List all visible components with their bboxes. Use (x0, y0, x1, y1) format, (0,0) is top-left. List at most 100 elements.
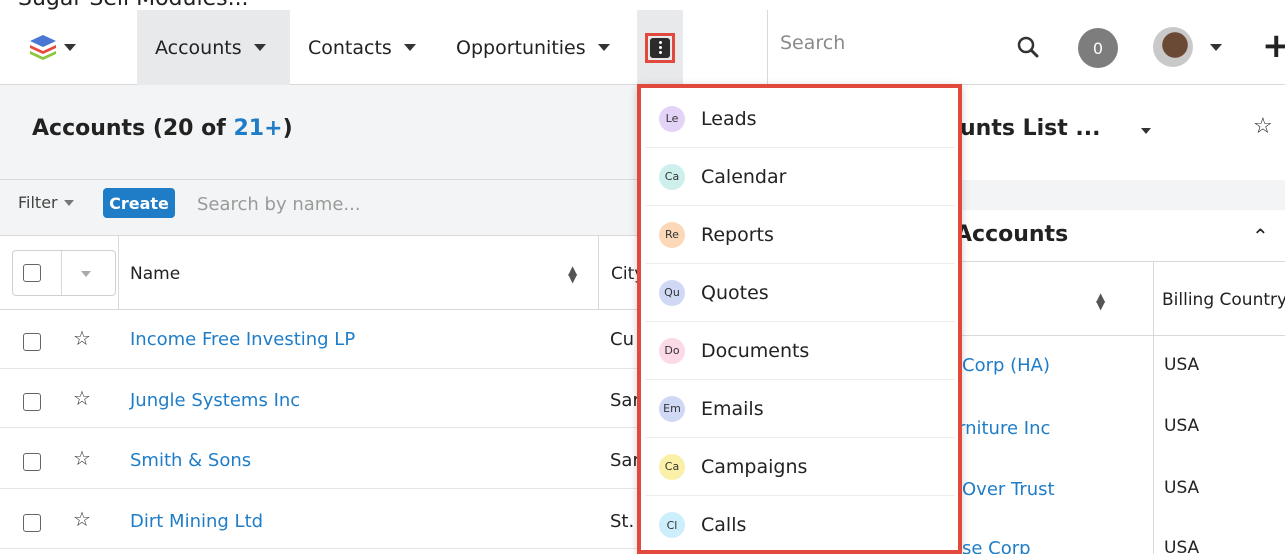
tab-opportunities-label: Opportunities (456, 36, 586, 59)
row-checkbox[interactable] (23, 333, 41, 351)
account-link[interactable]: Income Free Investing LP (130, 329, 355, 350)
account-link[interactable]: Corp (HA) (962, 355, 1050, 376)
menu-item-label: Reports (701, 223, 774, 246)
filter-dropdown[interactable]: Filter (18, 193, 74, 212)
row-checkbox[interactable] (23, 514, 41, 532)
top-clipped-text: Sugar Sell Modules... (0, 0, 400, 10)
dashboard-title[interactable]: unts List ... (960, 116, 1101, 141)
more-modules-button[interactable] (637, 10, 683, 85)
tab-contacts-label: Contacts (308, 36, 392, 59)
mass-actions-caret-icon[interactable] (81, 271, 91, 277)
favorite-star-icon[interactable]: ☆ (73, 326, 91, 350)
account-link[interactable]: se Corp (962, 538, 1031, 554)
calls-module-icon: Cl (659, 512, 685, 538)
reports-module-icon: Re (659, 221, 685, 248)
city-cell: Sar (610, 390, 640, 411)
sort-icon[interactable]: ▲ ▼ (568, 264, 577, 284)
chevron-down-icon (63, 199, 74, 206)
favorite-star-icon[interactable]: ☆ (73, 446, 91, 470)
sort-icon[interactable]: ▲ ▼ (1096, 291, 1105, 311)
emails-module-icon: Em (659, 395, 685, 422)
account-link[interactable]: Smith & Sons (130, 450, 251, 471)
chevron-down-icon (403, 44, 416, 51)
row-checkbox[interactable] (23, 393, 41, 411)
menu-item-label: Documents (701, 339, 810, 362)
menu-item-campaigns[interactable]: Ca Campaigns (645, 438, 955, 496)
divider (61, 251, 62, 295)
billing-country-cell: USA (1164, 478, 1200, 498)
page-title: Accounts (20 of 21+) (32, 116, 293, 141)
table-row[interactable] (0, 430, 640, 489)
campaigns-module-icon: Ca (659, 453, 685, 480)
menu-item-documents[interactable]: Do Documents (645, 322, 955, 380)
city-cell: Cu (610, 329, 634, 350)
avatar-caret-icon[interactable] (1210, 44, 1222, 51)
account-link[interactable]: rniture Inc (958, 418, 1050, 439)
menu-item-label: Calls (701, 514, 747, 536)
favorite-star-icon[interactable]: ☆ (1253, 114, 1273, 139)
more-modules-menu: Le Leads Ca Calendar Re Reports Qu Quote… (637, 84, 962, 554)
sugar-cube-logo-icon (30, 35, 56, 60)
divider (1153, 261, 1154, 554)
row-checkbox[interactable] (23, 453, 41, 471)
account-link[interactable]: Dirt Mining Ltd (130, 511, 263, 532)
billing-country-cell: USA (1164, 355, 1200, 375)
menu-item-quotes[interactable]: Qu Quotes (645, 264, 955, 322)
menu-item-label: Calendar (701, 165, 787, 188)
dashboard-spacer (940, 180, 1285, 210)
more-modules-highlight (645, 32, 675, 63)
filter-label: Filter (18, 193, 58, 212)
menu-item-label: Quotes (701, 281, 769, 304)
tab-accounts-label: Accounts (155, 36, 242, 59)
favorite-star-icon[interactable]: ☆ (73, 386, 91, 410)
app-logo-menu[interactable] (28, 32, 76, 62)
billing-country-cell: USA (1164, 416, 1200, 436)
global-search-input[interactable]: Search (780, 32, 845, 54)
page-title-suffix: ) (282, 116, 293, 141)
top-navigation: Accounts Contacts Opportunities Search 0… (0, 10, 1285, 85)
search-by-name-input[interactable]: Search by name... (197, 194, 361, 215)
menu-item-label: Campaigns (701, 455, 808, 478)
favorite-star-icon[interactable]: ☆ (73, 507, 91, 531)
menu-item-leads[interactable]: Le Leads (645, 90, 955, 148)
table-row[interactable] (0, 490, 640, 549)
divider (598, 236, 599, 310)
dashlet-title: Accounts (955, 222, 1069, 247)
column-header-billing-country[interactable]: Billing Country (1162, 290, 1285, 310)
chevron-down-icon (597, 44, 610, 51)
quotes-module-icon: Qu (659, 279, 685, 306)
billing-country-cell: USA (1164, 538, 1200, 554)
calendar-module-icon: Ca (659, 163, 685, 190)
menu-item-label: Leads (701, 107, 757, 130)
city-cell: St. (610, 511, 635, 532)
tab-opportunities[interactable]: Opportunities (438, 10, 628, 85)
divider (118, 236, 119, 310)
tab-contacts[interactable]: Contacts (290, 10, 434, 85)
menu-item-reports[interactable]: Re Reports (645, 206, 955, 264)
select-all-checkbox[interactable] (23, 264, 41, 282)
city-cell: Sar (610, 450, 640, 471)
chevron-down-icon[interactable] (1141, 128, 1151, 134)
menu-item-calls[interactable]: Cl Calls (645, 496, 955, 554)
more-vertical-icon (650, 37, 670, 58)
chevron-down-icon (253, 44, 266, 51)
quick-create-plus-icon[interactable]: + (1262, 26, 1285, 66)
documents-module-icon: Do (659, 337, 685, 364)
create-button[interactable]: Create (103, 188, 175, 218)
column-header-name[interactable]: Name (130, 264, 180, 284)
leads-module-icon: Le (659, 105, 685, 132)
avatar[interactable] (1153, 27, 1193, 67)
notifications-badge[interactable]: 0 (1078, 28, 1118, 68)
chevron-up-icon[interactable]: ⌃ (1252, 224, 1269, 248)
menu-item-label: Emails (701, 397, 764, 420)
nav-divider (767, 10, 768, 85)
menu-item-emails[interactable]: Em Emails (645, 380, 955, 438)
search-icon[interactable] (1017, 36, 1039, 58)
account-link[interactable]: Over Trust (962, 479, 1055, 500)
page-title-prefix: Accounts (20 of (32, 116, 234, 141)
tab-accounts[interactable]: Accounts (137, 10, 290, 85)
account-link[interactable]: Jungle Systems Inc (130, 390, 300, 411)
menu-item-calendar[interactable]: Ca Calendar (645, 148, 955, 206)
table-row[interactable] (0, 369, 640, 428)
page-title-count[interactable]: 21+ (234, 116, 283, 141)
